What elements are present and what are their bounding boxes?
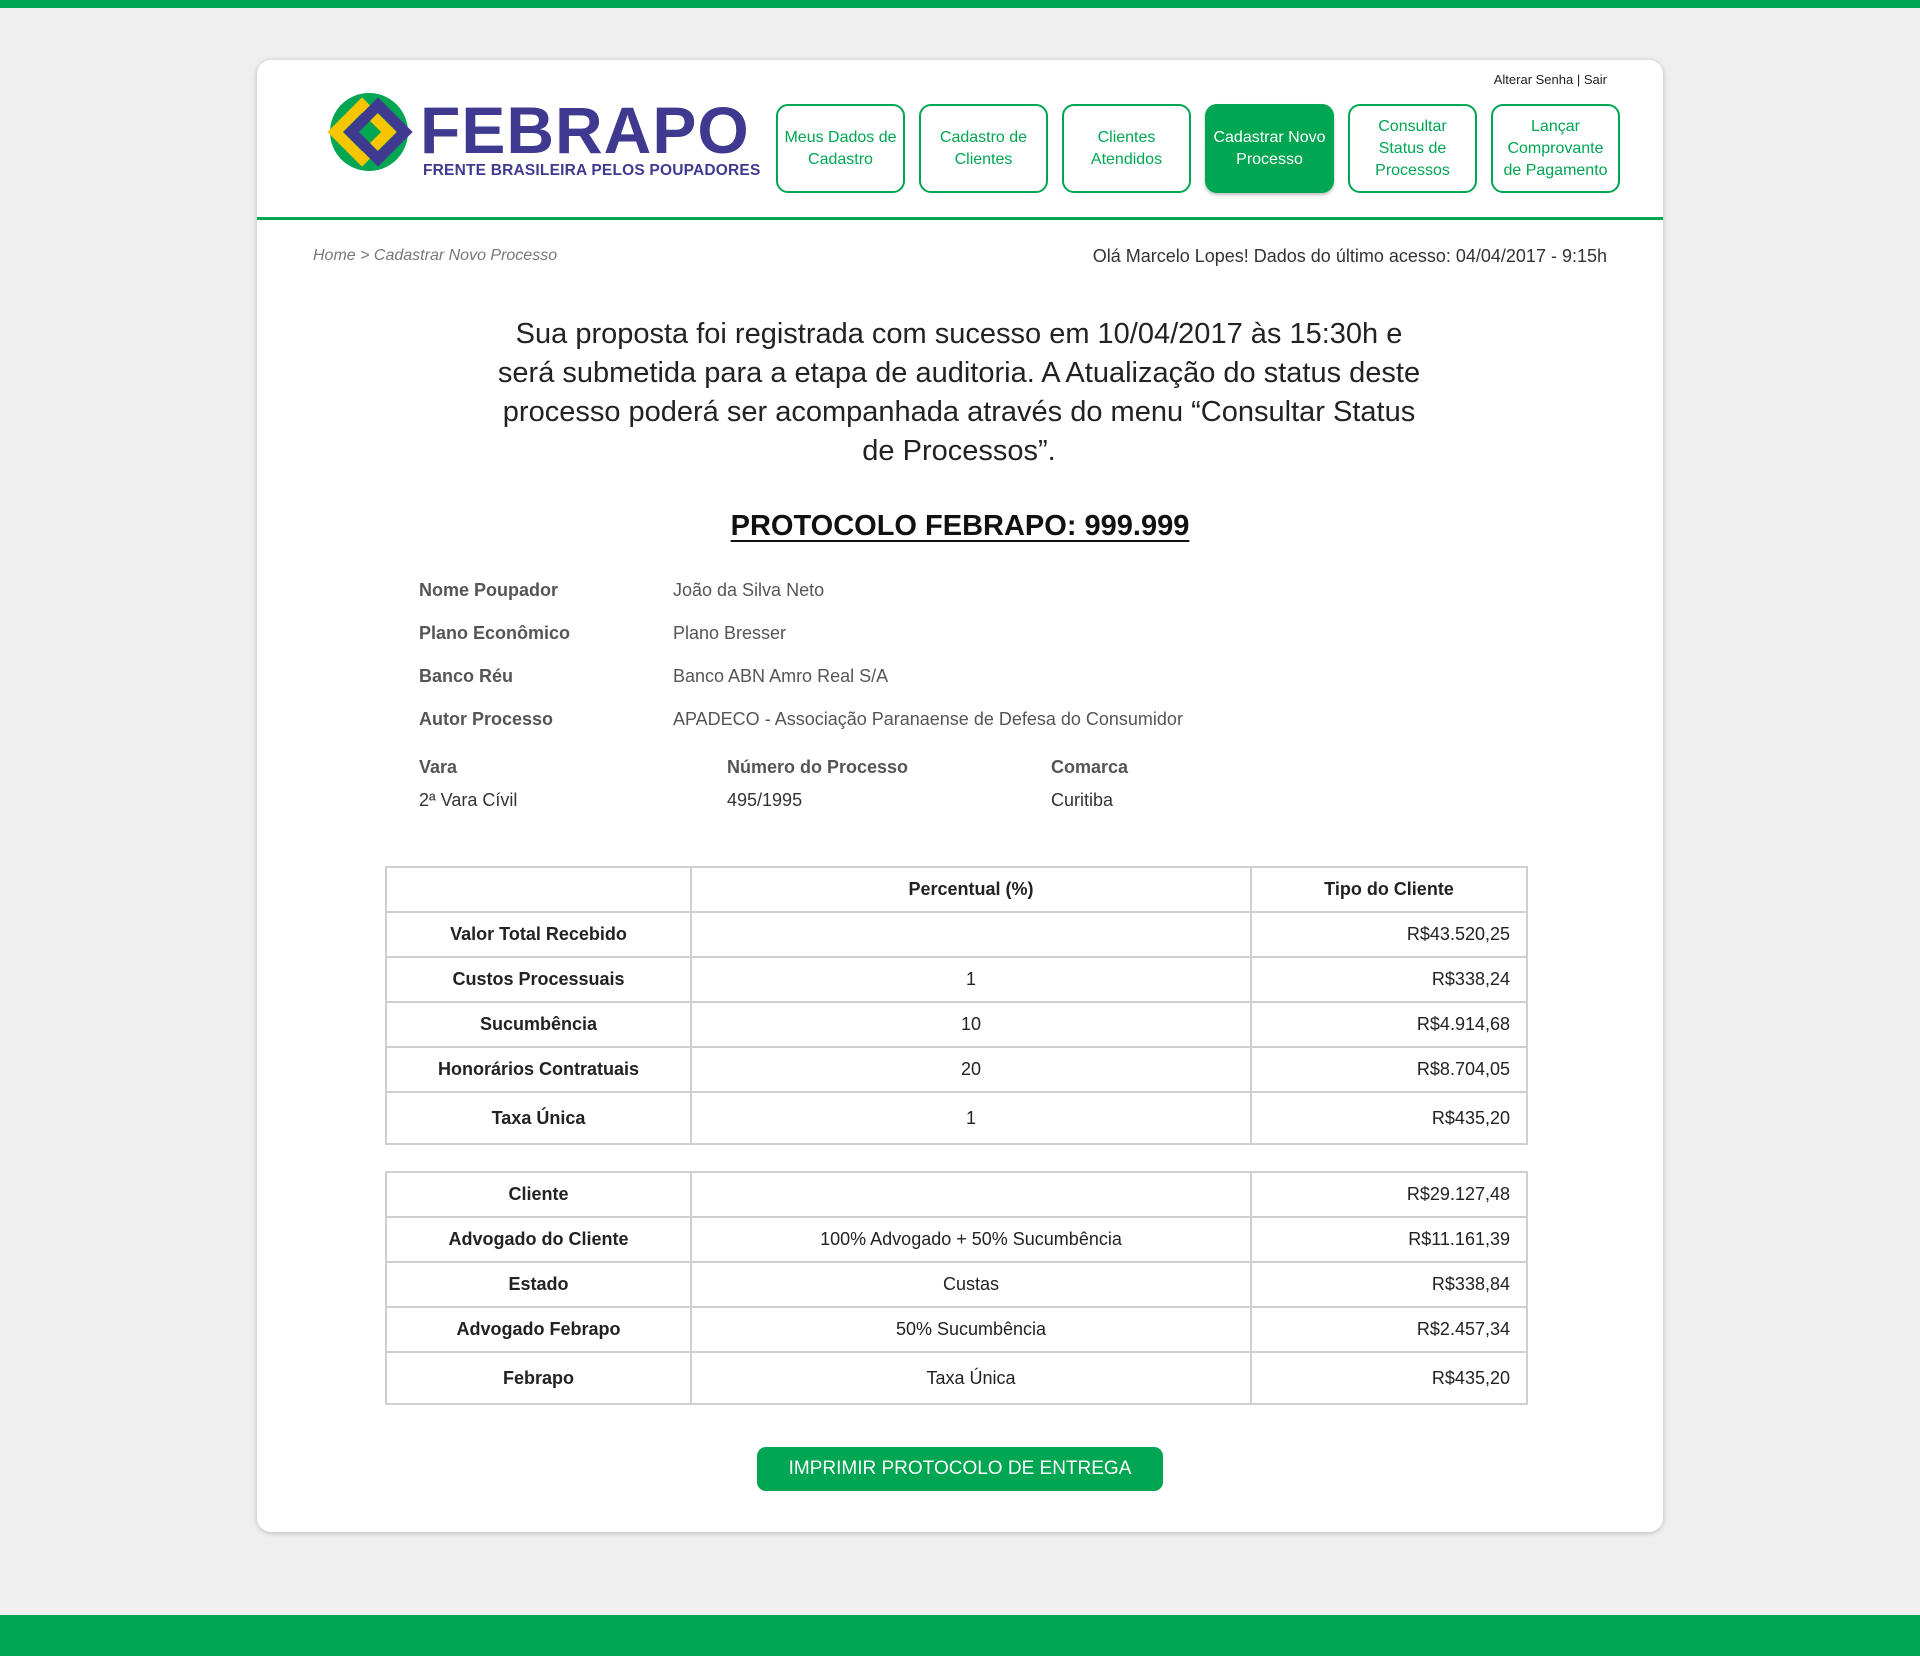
row-label: Sucumbência	[385, 1001, 692, 1048]
detail-row: Plano Econômico Plano Bresser	[419, 623, 1419, 666]
table-row: Sucumbência 10 R$4.914,68	[385, 1001, 1528, 1048]
row-label: Advogado do Cliente	[385, 1216, 692, 1263]
row-percent: 1	[690, 1091, 1252, 1145]
row-value: R$29.127,48	[1250, 1171, 1528, 1218]
row-value: R$435,20	[1250, 1351, 1528, 1405]
nav-cadastro-clientes-button[interactable]: Cadastro de Clientes	[919, 104, 1048, 193]
protocol-number: PROTOCOLO FEBRAPO: 999.999	[257, 510, 1663, 543]
detail-row: Autor Processo APADECO - Associação Para…	[419, 709, 1419, 752]
table-header: Tipo do Cliente	[1250, 866, 1528, 913]
row-description: 50% Sucumbência	[690, 1306, 1252, 1353]
table-row: Estado Custas R$338,84	[385, 1261, 1528, 1308]
row-description: 100% Advogado + 50% Sucumbência	[690, 1216, 1252, 1263]
distribution-table: Cliente R$29.127,48 Advogado do Cliente …	[385, 1171, 1528, 1405]
breadcrumb[interactable]: Home > Cadastrar Novo Processo	[313, 247, 557, 265]
table-header	[385, 866, 692, 913]
row-label: Honorários Contratuais	[385, 1046, 692, 1093]
table-row: Febrapo Taxa Única R$435,20	[385, 1351, 1528, 1405]
row-percent: 1	[690, 956, 1252, 1003]
row-label: Febrapo	[385, 1351, 692, 1405]
main-card: FEBRAPO FRENTE BRASILEIRA PELOS POUPADOR…	[257, 60, 1663, 1532]
table-header: Percentual (%)	[690, 866, 1252, 913]
row-percent: 20	[690, 1046, 1252, 1093]
vara-value: 2ª Vara Cívil	[419, 790, 518, 810]
row-label: Custos Processuais	[385, 956, 692, 1003]
detail-row: Banco Réu Banco ABN Amro Real S/A	[419, 666, 1419, 709]
row-value: R$338,84	[1250, 1261, 1528, 1308]
detail-value: João da Silva Neto	[673, 580, 825, 600]
row-label: Cliente	[385, 1171, 692, 1218]
febrapo-logo-icon	[327, 93, 413, 171]
comarca-column: Comarca Curitiba	[1051, 757, 1128, 811]
row-value: R$8.704,05	[1250, 1046, 1528, 1093]
user-links: Alterar Senha | Sair	[1494, 72, 1607, 87]
table-row: Advogado do Cliente 100% Advogado + 50% …	[385, 1216, 1528, 1263]
nav-meus-dados-button[interactable]: Meus Dados de Cadastro	[776, 104, 905, 193]
vara-label: Vara	[419, 757, 458, 777]
main-nav: Meus Dados de Cadastro Cadastro de Clien…	[776, 104, 1620, 193]
row-value: R$435,20	[1250, 1091, 1528, 1145]
row-percent	[690, 911, 1252, 958]
top-accent-bar	[0, 0, 1920, 8]
row-label: Valor Total Recebido	[385, 911, 692, 958]
febrapo-logo[interactable]: FEBRAPO FRENTE BRASILEIRA PELOS POUPADOR…	[325, 92, 761, 182]
nav-lancar-comprovante-button[interactable]: Lançar Comprovante de Pagamento	[1491, 104, 1620, 193]
detail-value: APADECO - Associação Paranaense de Defes…	[673, 709, 1183, 729]
detail-label: Autor Processo	[419, 709, 554, 729]
nav-cadastrar-processo-button[interactable]: Cadastrar Novo Processo	[1205, 104, 1334, 193]
nav-clientes-atendidos-button[interactable]: Clientes Atendidos	[1062, 104, 1191, 193]
detail-value: Plano Bresser	[673, 623, 787, 643]
comarca-value: Curitiba	[1051, 790, 1114, 810]
numero-value: 495/1995	[727, 790, 803, 810]
numero-label: Número do Processo	[727, 757, 909, 777]
detail-row: Nome Poupador João da Silva Neto	[419, 580, 1419, 623]
row-description: Taxa Única	[690, 1351, 1252, 1405]
row-percent: 10	[690, 1001, 1252, 1048]
page-header: FEBRAPO FRENTE BRASILEIRA PELOS POUPADOR…	[257, 60, 1663, 220]
row-label: Estado	[385, 1261, 692, 1308]
row-value: R$338,24	[1250, 956, 1528, 1003]
table-row: Custos Processuais 1 R$338,24	[385, 956, 1528, 1003]
table-row: Valor Total Recebido R$43.520,25	[385, 911, 1528, 958]
change-password-link[interactable]: Alterar Senha	[1494, 72, 1574, 87]
detail-label: Plano Econômico	[419, 623, 571, 643]
row-description	[690, 1171, 1252, 1218]
detail-label: Banco Réu	[419, 666, 514, 686]
link-separator: |	[1576, 72, 1581, 87]
values-table: Percentual (%) Tipo do Cliente Valor Tot…	[385, 866, 1528, 1145]
nav-consultar-status-button[interactable]: Consultar Status de Processos	[1348, 104, 1477, 193]
process-details: Nome Poupador João da Silva Neto Plano E…	[419, 580, 1419, 752]
comarca-label: Comarca	[1051, 757, 1129, 777]
numero-column: Número do Processo 495/1995	[727, 757, 908, 811]
vara-column: Vara 2ª Vara Cívil	[419, 757, 517, 811]
logo-wordmark: FEBRAPO	[420, 93, 750, 167]
row-label: Advogado Febrapo	[385, 1306, 692, 1353]
protocol-text: PROTOCOLO FEBRAPO: 999.999	[730, 510, 1190, 542]
row-value: R$11.161,39	[1250, 1216, 1528, 1263]
row-value: R$4.914,68	[1250, 1001, 1528, 1048]
footer-bar	[0, 1615, 1920, 1656]
logo-tagline: FRENTE BRASILEIRA PELOS POUPADORES	[423, 162, 761, 179]
table-row: Taxa Única 1 R$435,20	[385, 1091, 1528, 1145]
print-protocol-button[interactable]: IMPRIMIR PROTOCOLO DE ENTREGA	[757, 1447, 1163, 1491]
detail-label: Nome Poupador	[419, 580, 559, 600]
table-header-row: Percentual (%) Tipo do Cliente	[385, 866, 1528, 913]
detail-value: Banco ABN Amro Real S/A	[673, 666, 889, 686]
row-value: R$43.520,25	[1250, 911, 1528, 958]
row-value: R$2.457,34	[1250, 1306, 1528, 1353]
table-row: Honorários Contratuais 20 R$8.704,05	[385, 1046, 1528, 1093]
row-label: Taxa Única	[385, 1091, 692, 1145]
welcome-message: Olá Marcelo Lopes! Dados do último acess…	[1092, 246, 1607, 266]
table-row: Advogado Febrapo 50% Sucumbência R$2.457…	[385, 1306, 1528, 1353]
logout-link[interactable]: Sair	[1584, 72, 1607, 87]
success-message: Sua proposta foi registrada com sucesso …	[497, 318, 1421, 467]
row-description: Custas	[690, 1261, 1252, 1308]
table-row: Cliente R$29.127,48	[385, 1171, 1528, 1218]
